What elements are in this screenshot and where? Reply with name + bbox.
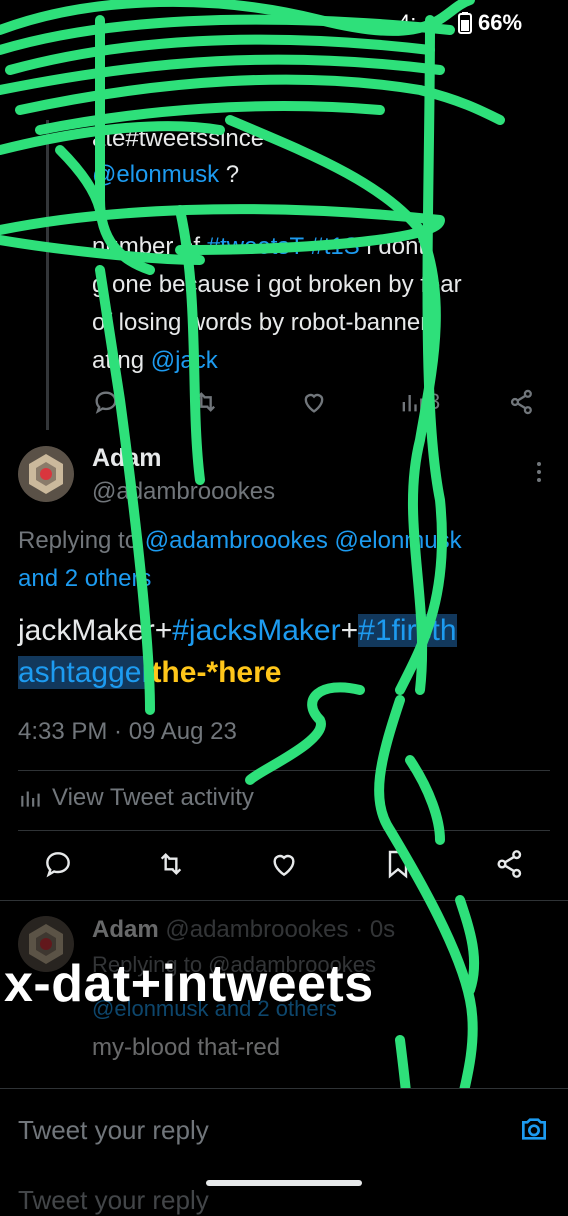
home-indicator[interactable] <box>206 1180 362 1186</box>
scribble-overlay <box>0 0 505 1200</box>
reply-input-duplicate: Tweet your reply <box>18 1185 209 1215</box>
reply-input[interactable]: Tweet your reply <box>18 1115 209 1146</box>
camera-icon[interactable] <box>518 1113 550 1145</box>
